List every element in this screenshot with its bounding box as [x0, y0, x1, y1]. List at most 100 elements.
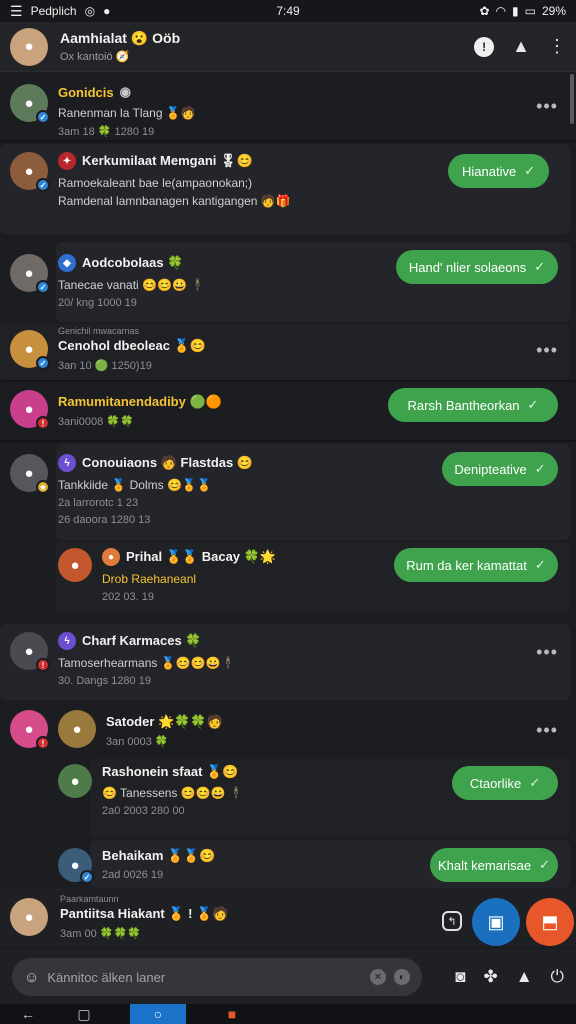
search-icon[interactable]: ○ [130, 1004, 186, 1024]
action-chip[interactable]: Hand' nlier solaeons ✓ [396, 250, 558, 284]
action-chip-label: Hianative [462, 163, 517, 179]
verified-icon: ✓ [36, 178, 50, 192]
sticker-icon[interactable]: ✤ [483, 967, 497, 987]
action-chip-label: Rarsh Bantheorkan [407, 397, 520, 413]
list-item-meta: 2ad 0026 19 [102, 869, 164, 881]
star-badge-icon: ★ [36, 480, 50, 494]
avatar: ● ! [10, 632, 50, 672]
more-horizontal-icon[interactable]: ••• [536, 642, 558, 663]
home-icon[interactable]: ▢ [56, 1006, 112, 1023]
list-item-preview-2: Ramdenal lamnbanagen kantigangen 🧑🎁 [58, 194, 291, 208]
action-chip[interactable]: Denipteative ✓ [442, 452, 558, 486]
back-icon[interactable]: ← [0, 1006, 56, 1022]
list-item-preview: Tankkiide 🏅 Dolms 😊🏅🏅 [58, 478, 212, 492]
list-item-name: Prihal 🏅🏅 Bacay 🍀🌟 [126, 549, 277, 564]
avatar: ● [58, 710, 96, 748]
list-item-content: ● ! ϟ Charf Karmaces 🍀 Tamoserhearmans 🏅😊… [10, 632, 235, 687]
alert-icon: ! [36, 416, 50, 430]
power-icon[interactable]: ⏻ [551, 967, 564, 987]
avatar: ● ✓ [10, 152, 50, 192]
verified-icon: ✓ [36, 110, 50, 124]
clear-icon[interactable]: ✕ [370, 969, 386, 985]
list-item-meta: 3ani0008 🍀🍀 [58, 416, 134, 428]
list-item-content: ● ★ ϟ Conouiaons 🧑 Flastdas 😊 Tankkiide 🏅… [10, 454, 253, 526]
avatar: ● [10, 898, 48, 936]
emoji-icon[interactable]: ☺ [24, 969, 39, 986]
action-chip[interactable]: Rum da ker kamattat ✓ [394, 548, 558, 582]
list-item-meta: 3an 10 🟢 1250)19 [58, 360, 152, 372]
list-item-meta: 3am 18 🍀 1280 19 [58, 126, 155, 138]
user-settings-icon[interactable]: ▲ [512, 36, 530, 57]
verified-icon: ✓ [80, 870, 94, 884]
battery-level: 29% [541, 4, 566, 18]
system-nav-bar: ← ▢ ○ ■ [0, 1004, 576, 1024]
list-item-content: ● Rashonein sfaat 🏅😊 😊 Tanessens 😊😊😀 🕴 2… [58, 764, 244, 817]
page-title: Aamhialat 😮 Oöb [60, 30, 181, 46]
reply-icon[interactable]: ↰ [442, 911, 462, 931]
avatar: ● ✓ [10, 254, 50, 294]
divider [0, 440, 576, 442]
check-icon: ✓ [534, 259, 546, 274]
share-fab-button[interactable]: ⬒ [526, 898, 574, 946]
more-vertical-icon[interactable]: ⋮ [548, 36, 566, 57]
list-item-name: Charf Karmaces 🍀 [82, 633, 202, 648]
brand-icon: ✦ [58, 152, 76, 170]
list-item-name: Ramumitanendadiby 🟢🟠 [58, 394, 222, 409]
list-item[interactable]: ● ! Ramumitanendadiby 🟢🟠 3ani0008 🍀🍀 [10, 390, 222, 430]
action-chip-label: Denipteative [454, 461, 527, 477]
chat-fab-button[interactable]: ▣ [472, 898, 520, 946]
status-icon: ◉ [119, 84, 131, 99]
check-icon: ✓ [527, 397, 539, 412]
action-chip[interactable]: Khalt kemarisae ✓ [430, 848, 558, 882]
list-item-name: Rashonein sfaat 🏅😊 [102, 764, 239, 779]
alert-icon: ! [36, 736, 50, 750]
avatar[interactable]: ● [10, 27, 48, 66]
action-chip[interactable]: Ctaorlike ✓ [452, 766, 558, 800]
feed-list: ● ✓ Gonidcis ◉ Ranenman la Tlang 🏅🧑 3am 1… [0, 72, 576, 888]
more-horizontal-icon[interactable]: ••• [536, 720, 558, 741]
attach-icon[interactable]: ◐ [394, 969, 410, 985]
list-item-meta: 20/ kng 1000 19 [58, 297, 137, 309]
check-icon: ✓ [524, 163, 536, 178]
list-item-meta: 2a0 2003 280 00 [102, 805, 185, 817]
page-subtitle: Ox kantoiö 🧭 [60, 51, 130, 63]
share-icon: ⬒ [541, 911, 559, 932]
bolt-icon: ϟ [58, 454, 76, 472]
list-item[interactable]: ● ✓ Gonidcis ◉ Ranenman la Tlang 🏅🧑 3am 1… [10, 84, 196, 138]
list-item-preview: Ramoekaleant bae le(ampaonokan;) [58, 176, 253, 190]
more-horizontal-icon[interactable]: ••• [536, 340, 558, 361]
shield-icon: ◆ [58, 254, 76, 272]
app-badge-icon: ✿ [479, 4, 490, 18]
list-item-preview: Ranenman la Tlang 🏅🧑 [58, 106, 196, 120]
pinned-overline: Paarkamtaunn [60, 894, 119, 904]
app-icon[interactable]: ■ [204, 1006, 260, 1022]
check-icon: ✓ [529, 775, 541, 790]
list-item-name: Gonidcis [58, 84, 114, 100]
camera-icon[interactable]: ◙ [455, 967, 465, 987]
divider [0, 380, 576, 382]
info-icon[interactable]: ! [474, 36, 495, 57]
verified-icon: ✓ [36, 356, 50, 370]
action-chip[interactable]: Rarsh Bantheorkan ✓ [388, 388, 558, 422]
list-item-overline: Genichil mwacarnas [58, 326, 140, 336]
wifi-icon: ◠ [495, 4, 507, 18]
message-input-wrapper[interactable]: ☺ ✕ ◐ [12, 958, 422, 996]
avatar: ● [58, 548, 92, 582]
list-item-name: Kerkumilaat Memgani 🎖😊 [82, 153, 253, 168]
list-item-name: Aodcobolaas 🍀 [82, 255, 184, 270]
list-item-meta: 202 03. 19 [102, 591, 154, 603]
message-input[interactable] [47, 969, 362, 985]
list-item-preview: Tanecae vanati 😊😊😀 🕴 [58, 278, 206, 292]
avatar: ● ✓ [10, 84, 50, 124]
pinned-meta: 3am 00 🍀🍀🍀 [60, 928, 141, 940]
list-item[interactable]: ● ! ● Satoder 🌟🍀🍀🧑 3an 0003 🍀 [10, 710, 223, 750]
list-item-name: Cenohol dbeoleac 🏅😊 [58, 338, 206, 353]
action-chip[interactable]: Hianative ✓ [448, 154, 550, 188]
check-icon: ✓ [539, 857, 551, 872]
check-icon: ✓ [534, 461, 546, 476]
avatar: ● ✓ [10, 330, 50, 370]
action-chip-label: Rum da ker kamattat [406, 557, 527, 573]
upload-icon[interactable]: ▲ [516, 967, 533, 987]
more-horizontal-icon[interactable]: ••• [536, 96, 558, 117]
avatar: ● ! [10, 390, 50, 430]
